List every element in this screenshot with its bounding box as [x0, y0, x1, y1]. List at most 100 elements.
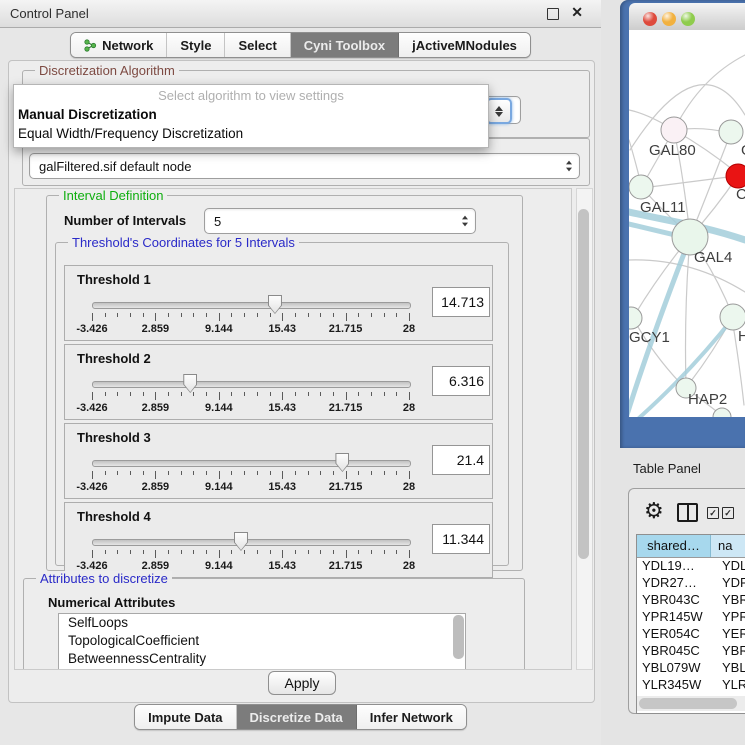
zoom-traffic-light-icon[interactable]	[681, 12, 695, 26]
threshold-value-field[interactable]: 14.713	[432, 287, 490, 317]
table-panel-title: Table Panel	[633, 461, 701, 476]
cell-shared-name[interactable]: YDL19…	[637, 558, 716, 575]
cell-name[interactable]: YPR1	[716, 609, 745, 626]
tick-label: 9.144	[205, 481, 233, 493]
tab-select[interactable]: Select	[225, 33, 290, 57]
threshold-value-field[interactable]: 6.316	[432, 366, 490, 396]
slider-thumb[interactable]	[335, 453, 349, 472]
table-row[interactable]: YPR145WYPR1	[637, 609, 745, 626]
network-node-node-bottom-partial[interactable]	[713, 408, 731, 417]
table-row[interactable]: YBL079WYBL0	[637, 660, 745, 677]
close-icon[interactable]: ✕	[571, 4, 583, 21]
number-of-intervals-combobox[interactable]: 5	[204, 208, 476, 234]
attribute-list-item[interactable]: TopologicalCoefficient	[59, 632, 465, 650]
dropdown-option-manual[interactable]: Manual Discretization	[14, 105, 488, 124]
cell-name[interactable]: YBR0	[716, 592, 745, 609]
table-horizontal-scrollbar[interactable]	[637, 696, 745, 711]
cell-shared-name[interactable]: YBR043C	[637, 592, 716, 609]
tab-label: jActiveMNodules	[412, 38, 517, 53]
close-traffic-light-icon[interactable]	[643, 12, 657, 26]
cell-shared-name[interactable]: YPR145W	[637, 609, 716, 626]
threshold-panel-4: Threshold 4-3.4262.8599.14415.4321.71528…	[64, 502, 493, 578]
table-row[interactable]: YLR345WYLR3	[637, 677, 745, 694]
slider-thumb[interactable]	[268, 295, 282, 314]
tick-label: 21.715	[329, 481, 363, 493]
slider-ticks	[92, 313, 409, 322]
threshold-value-field[interactable]: 11.344	[432, 524, 490, 554]
dropdown-prompt: Select algorithm to view settings	[14, 85, 488, 105]
column-layout-icon[interactable]	[677, 503, 698, 522]
dropdown-option-equal-width[interactable]: Equal Width/Frequency Discretization	[14, 124, 488, 143]
gear-icon[interactable]: ⚙	[644, 498, 664, 524]
table-row[interactable]: YER054CYER0	[637, 626, 745, 643]
checkbox-icon[interactable]: ✓	[707, 507, 719, 519]
tab-jactivemnodules[interactable]: jActiveMNodules	[399, 33, 530, 57]
slider-track[interactable]	[92, 381, 411, 388]
node-label-GCY1: GCY1	[629, 329, 670, 346]
table-row[interactable]: YDR27…YDR2	[637, 575, 745, 592]
attribute-list-item[interactable]: BetweennessCentrality	[59, 650, 465, 668]
tick-label: 28	[403, 402, 415, 414]
slider-track[interactable]	[92, 302, 411, 309]
cell-name[interactable]: YDL1	[716, 558, 745, 575]
checkbox-icon[interactable]: ✓	[722, 507, 734, 519]
numerical-attributes-list[interactable]: SelfLoopsTopologicalCoefficientBetweenne…	[58, 613, 466, 670]
table-row[interactable]: YBR043CYBR0	[637, 592, 745, 609]
network-edge-gray[interactable]	[642, 176, 736, 188]
cell-name[interactable]: YDR2	[716, 575, 745, 592]
network-node-GAL80[interactable]	[661, 117, 687, 143]
table-data-combobox[interactable]: galFiltered.sif default node	[29, 153, 580, 179]
attribute-list-item[interactable]: SelfLoops	[59, 614, 465, 632]
settings-scroll-viewport: Interval Definition Number of Intervals …	[14, 188, 572, 670]
cell-shared-name[interactable]: YLR345W	[637, 677, 716, 694]
network-node-node-red-selected[interactable]	[726, 164, 745, 188]
column-header-name[interactable]: na	[711, 535, 745, 557]
combobox-stepper-icon	[562, 158, 576, 174]
stepper-up-icon	[495, 106, 503, 111]
slider-thumb[interactable]	[234, 532, 248, 551]
float-window-icon[interactable]	[547, 8, 559, 20]
tab-label: Select	[238, 38, 276, 53]
cell-name[interactable]: YBR0	[716, 643, 745, 660]
threshold-label: Threshold 4	[77, 509, 151, 524]
threshold-stack: Threshold 1-3.4262.8599.14415.4321.71528…	[64, 265, 493, 581]
minimize-traffic-light-icon[interactable]	[662, 12, 676, 26]
cell-shared-name[interactable]: YBL079W	[637, 660, 716, 677]
list-scrollbar-thumb[interactable]	[453, 615, 464, 659]
tab-discretize-data[interactable]: Discretize Data	[237, 705, 357, 729]
top-tabstrip: NetworkStyle Select Cyni Toolbox jActiveMNo…	[70, 32, 531, 58]
cell-shared-name[interactable]: YDR27…	[637, 575, 716, 592]
algorithm-combobox-stepper[interactable]	[486, 98, 512, 124]
network-node-node-H[interactable]	[720, 304, 745, 330]
tab-cyni-toolbox[interactable]: Cyni Toolbox	[291, 33, 399, 57]
slider-track[interactable]	[92, 539, 411, 546]
network-edge-gray[interactable]	[686, 237, 691, 385]
column-header-shared-name[interactable]: shared…	[637, 535, 711, 557]
tab-infer-network[interactable]: Infer Network	[357, 705, 466, 729]
table-row[interactable]: YBR045CYBR0	[637, 643, 745, 660]
panel-title: Control Panel	[10, 6, 89, 21]
network-node-GAL11[interactable]	[629, 175, 653, 199]
tab-style[interactable]: Style	[167, 33, 225, 57]
cell-shared-name[interactable]: YER054C	[637, 626, 716, 643]
network-node-node-topright[interactable]	[719, 120, 743, 144]
cell-name[interactable]: YLR3	[716, 677, 745, 694]
tab-network[interactable]: Network	[71, 33, 167, 57]
cell-name[interactable]: YBL0	[716, 660, 745, 677]
cell-shared-name[interactable]: YBR045C	[637, 643, 716, 660]
threshold-value-field[interactable]: 21.4	[432, 445, 490, 475]
cell-name[interactable]: YER0	[716, 626, 745, 643]
network-node-GCY1[interactable]	[629, 307, 642, 329]
tab-impute-data[interactable]: Impute Data	[135, 705, 236, 729]
tick-label: 28	[403, 323, 415, 335]
table-horizontal-scrollbar-thumb[interactable]	[639, 698, 737, 709]
tab-label: Cyni Toolbox	[304, 38, 385, 53]
slider-track[interactable]	[92, 460, 411, 467]
network-edge-gray[interactable]	[674, 55, 745, 130]
slider-thumb[interactable]	[183, 374, 197, 393]
network-canvas[interactable]: GAL80GACGAL11GAL4GCY1HHAP2	[629, 30, 745, 417]
table-row[interactable]: YDL19…YDL1	[637, 558, 745, 575]
panel-scrollbar-thumb[interactable]	[578, 209, 589, 559]
apply-button[interactable]: Apply	[268, 671, 336, 695]
panel-scrollbar[interactable]	[576, 188, 593, 670]
